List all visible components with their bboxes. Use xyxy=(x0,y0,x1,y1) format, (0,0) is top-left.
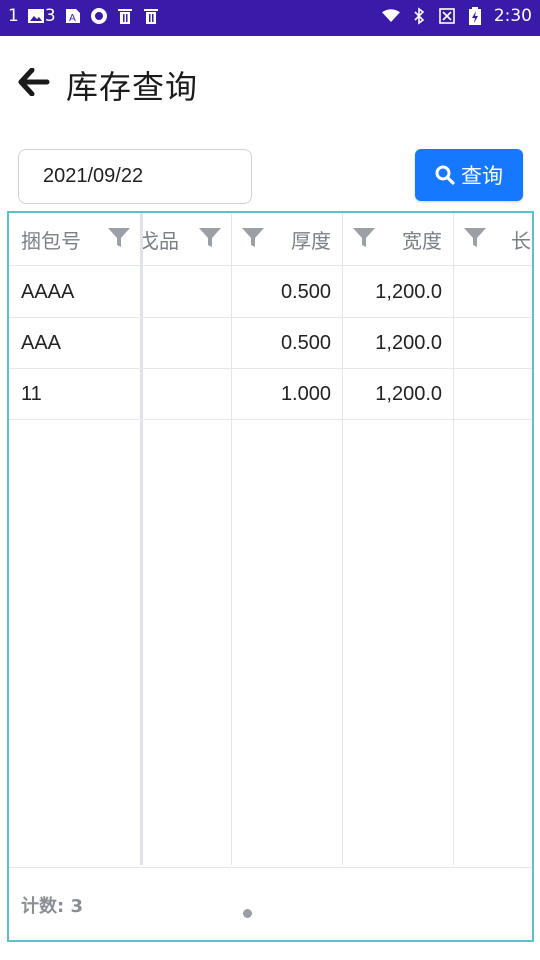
column-header-product[interactable]: 戈品 xyxy=(143,213,179,266)
app-header: 库存查询 xyxy=(0,36,540,132)
cell-length xyxy=(455,267,531,317)
status-left: 1 3 A xyxy=(8,6,160,26)
scroll-indicator xyxy=(243,909,252,918)
filter-icon[interactable] xyxy=(107,227,131,249)
svg-text:A: A xyxy=(69,13,76,24)
column-header-thickness[interactable]: 厚度 xyxy=(271,213,331,266)
status-bar: 1 3 A 2:30 xyxy=(0,0,540,36)
cell-product xyxy=(143,318,229,368)
filter-icon[interactable] xyxy=(198,227,222,249)
no-sim-icon xyxy=(438,7,456,25)
status-right: 2:30 xyxy=(381,6,532,26)
battery-charging-icon xyxy=(466,7,484,25)
back-button[interactable] xyxy=(16,64,52,100)
bluetooth-icon xyxy=(410,7,428,25)
status-text-2: 3 xyxy=(44,6,56,26)
page-title: 库存查询 xyxy=(66,68,199,106)
table-row[interactable]: 11 1.000 1,200.0 xyxy=(9,369,532,420)
trash-icon xyxy=(116,7,134,25)
query-button[interactable]: 查询 xyxy=(415,149,523,201)
cell-length xyxy=(455,369,531,419)
inventory-grid[interactable]: 捆包号 戈品 厚度 宽度 长 AAAA 0.500 1,200.0 AAA 0.… xyxy=(7,211,534,942)
search-icon xyxy=(435,165,455,185)
column-header-length[interactable]: 长 xyxy=(511,213,531,266)
table-row[interactable]: AAAA 0.500 1,200.0 xyxy=(9,267,532,318)
cell-thickness: 0.500 xyxy=(280,280,331,303)
status-text-1: 1 xyxy=(8,6,19,26)
cell-width: 1,200.0 xyxy=(375,280,442,303)
filter-icon[interactable] xyxy=(352,227,376,249)
cell-length xyxy=(455,318,531,368)
row-count: 计数: 3 xyxy=(21,896,83,917)
filter-icon[interactable] xyxy=(241,227,265,249)
image-icon xyxy=(27,7,45,25)
table-footer: 计数: 3 xyxy=(9,867,532,940)
trash-icon-2 xyxy=(142,7,160,25)
cell-thickness: 0.500 xyxy=(280,331,331,354)
table-row[interactable]: AAA 0.500 1,200.0 xyxy=(9,318,532,369)
arrow-left-icon xyxy=(18,68,50,96)
cell-bundle: 11 xyxy=(21,382,42,405)
cell-bundle: AAAA xyxy=(21,280,75,303)
wifi-icon xyxy=(381,7,400,25)
filter-icon[interactable] xyxy=(463,227,487,249)
cell-width: 1,200.0 xyxy=(375,382,442,405)
cell-width: 1,200.0 xyxy=(375,331,442,354)
cell-product xyxy=(143,369,229,419)
record-icon xyxy=(90,7,108,25)
status-time: 2:30 xyxy=(493,6,532,26)
app-a-icon: A xyxy=(64,7,82,25)
date-input[interactable] xyxy=(18,149,252,204)
column-header-width[interactable]: 宽度 xyxy=(382,213,442,266)
cell-bundle: AAA xyxy=(21,331,62,354)
cell-product xyxy=(143,267,229,317)
table-header: 捆包号 戈品 厚度 宽度 长 xyxy=(9,213,532,266)
column-header-bundle[interactable]: 捆包号 xyxy=(21,213,81,266)
cell-thickness: 1.000 xyxy=(280,382,331,405)
query-button-label: 查询 xyxy=(461,165,503,188)
